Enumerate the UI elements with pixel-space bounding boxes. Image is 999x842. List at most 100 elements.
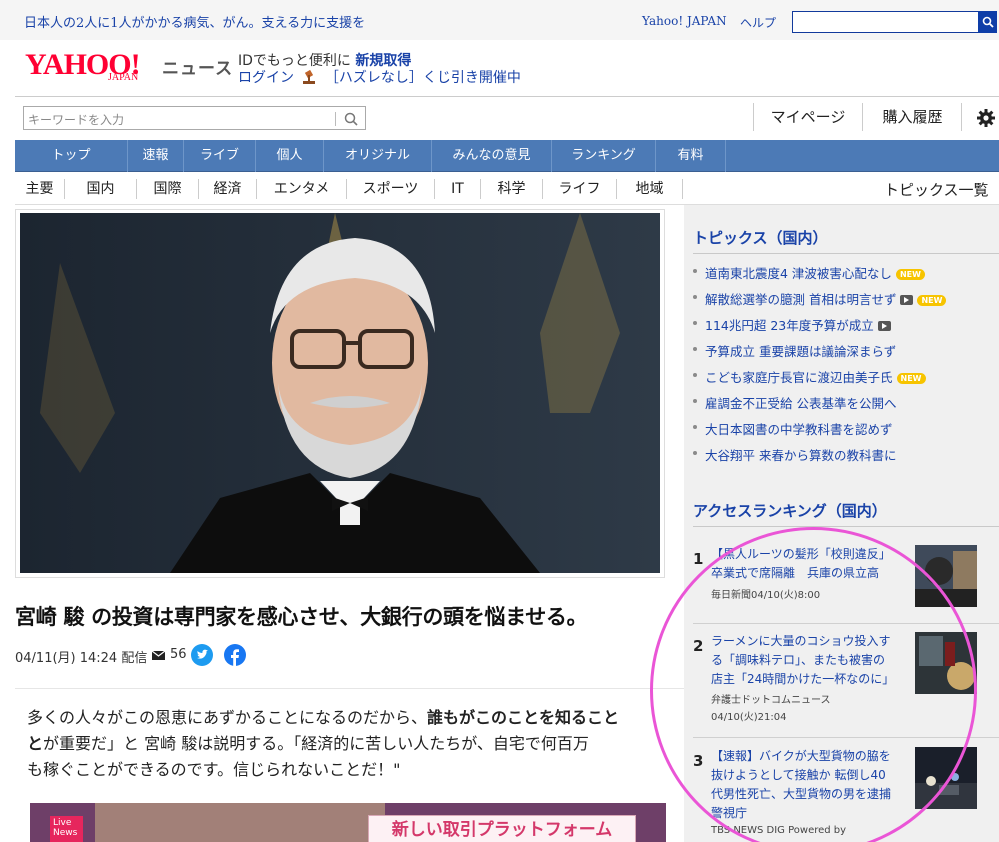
top-search-input[interactable] <box>792 11 980 33</box>
yahoo-japan-link[interactable]: Yahoo! JAPAN <box>642 14 727 28</box>
ranking-divider <box>693 526 999 527</box>
topic-item[interactable]: 大日本図書の中学教科書を認めず <box>693 419 893 438</box>
help-link[interactable]: ヘルプ <box>740 14 776 31</box>
topic-text: 解散総選挙の臆測 首相は明言せず <box>705 292 897 307</box>
body-bold-2: と <box>27 734 44 753</box>
rank-thumbnail <box>915 747 977 809</box>
tab-live[interactable]: ライブ <box>184 140 256 172</box>
category-life[interactable]: ライフ <box>543 179 617 199</box>
topics-list-link[interactable]: トピックス一覧 <box>884 179 989 200</box>
body-text-1: 多くの人々がこの恩恵にあずかることになるのだから、 <box>27 708 428 727</box>
topic-item[interactable]: 解散総選挙の臆測 首相は明言せず NEW <box>693 289 947 308</box>
article-photo[interactable] <box>20 213 660 573</box>
mypage-link[interactable]: マイページ <box>753 103 863 131</box>
topic-item[interactable]: 道南東北震度4 津波被害心配なし NEW <box>693 263 925 282</box>
topic-item[interactable]: こども家庭庁長官に渡辺由美子氏 NEW <box>693 367 926 386</box>
lottery-link[interactable]: ［ハズレなし］くじ引き開催中 <box>325 70 521 86</box>
twitter-share-icon[interactable] <box>191 644 213 666</box>
gavel-icon <box>303 69 316 84</box>
ranking-separator <box>693 737 999 738</box>
ranking-item-3[interactable]: 3 【速報】バイクが大型貨物の脇を 抜けようとして接触か 転倒し40 代男性死亡… <box>693 747 999 842</box>
category-nav: 主要 国内 国際 経済 エンタメ スポーツ IT 科学 ライフ 地域 <box>15 173 999 205</box>
page: 日本人の2人に1人がかかる病気、がん。支える力に支援を Yahoo! JAPAN… <box>0 0 999 842</box>
category-science[interactable]: 科学 <box>481 179 543 199</box>
ranking-title[interactable]: アクセスランキング（国内） <box>693 500 887 521</box>
rank-source: TBS NEWS DIG Powered by <box>711 825 847 836</box>
tab-ranking[interactable]: ランキング <box>552 140 656 172</box>
category-region[interactable]: 地域 <box>617 179 683 199</box>
keyword-search-input[interactable]: キーワードを入力 <box>23 106 366 130</box>
rank-number: 1 <box>693 550 704 568</box>
category-main[interactable]: 主要 <box>15 179 65 199</box>
comment-count[interactable]: 56 <box>170 647 187 662</box>
topic-text: 大日本図書の中学教科書を認めず <box>705 422 893 437</box>
article-body: 多くの人々がこの恩恵にあずかることになるのだから、誰もがこのことを知ること とが… <box>27 705 660 783</box>
new-badge: NEW <box>895 269 925 280</box>
rank-headline: 【黒人ルーツの髪形「校則違反」 卒業式で席隔離 兵庫の県立高 <box>711 545 906 583</box>
rank-headline: 【速報】バイクが大型貨物の脇を 抜けようとして接触か 転倒し40 代男性死亡、大… <box>711 747 906 823</box>
tab-breaking[interactable]: 速報 <box>128 140 184 172</box>
article-datetime: 04/11(月) 14:24 配信 <box>15 651 148 666</box>
keyword-divider <box>335 112 336 126</box>
search-icon[interactable] <box>343 111 359 127</box>
rank-thumbnail <box>915 545 977 607</box>
tab-paid[interactable]: 有料 <box>656 140 726 172</box>
rank-line: 卒業式で席隔離 兵庫の県立高 <box>711 566 880 580</box>
category-domestic[interactable]: 国内 <box>65 179 137 199</box>
topic-text: 大谷翔平 来春から算数の教科書に <box>705 448 897 463</box>
category-sports[interactable]: スポーツ <box>347 179 435 199</box>
category-entertainment[interactable]: エンタメ <box>257 179 347 199</box>
rank-line: ラーメンに大量のコショウ投入す <box>711 634 891 648</box>
gear-icon[interactable] <box>976 108 996 128</box>
video-icon <box>900 295 914 305</box>
login-link[interactable]: ログイン <box>238 70 294 86</box>
new-badge: NEW <box>896 373 926 384</box>
top-search-button[interactable] <box>978 11 997 33</box>
topics-divider <box>693 253 999 254</box>
promo-link[interactable]: 日本人の2人に1人がかかる病気、がん。支える力に支援を <box>24 12 365 31</box>
rank-number: 3 <box>693 752 704 770</box>
facebook-share-icon[interactable] <box>224 644 246 666</box>
ad-banner[interactable]: Live News 新しい取引プラットフォーム <box>30 803 666 842</box>
rank-line: 抜けようとして接触か 転倒し40 <box>711 768 886 782</box>
ad-image <box>95 803 385 842</box>
main-nav: トップ 速報 ライブ 個人 オリジナル みんなの意見 ランキング 有料 <box>15 140 999 172</box>
topic-text: 道南東北震度4 津波被害心配なし <box>705 266 892 281</box>
rank-headline: ラーメンに大量のコショウ投入す る「調味料テロ」、またも被害の 店主「24時間か… <box>711 632 906 689</box>
article-divider <box>15 688 684 689</box>
topics-title[interactable]: トピックス（国内） <box>693 227 828 248</box>
category-international[interactable]: 国際 <box>137 179 199 199</box>
new-badge: NEW <box>917 295 947 306</box>
topic-text: 114兆円超 23年度予算が成立 <box>705 318 874 333</box>
tab-original[interactable]: オリジナル <box>324 140 432 172</box>
ranking-item-1[interactable]: 1 【黒人ルーツの髪形「校則違反」 卒業式で席隔離 兵庫の県立高 毎日新聞04/… <box>693 545 999 615</box>
article-headline: 宮崎 駿 の投資は専門家を感心させ、大銀行の頭を悩ませる。 <box>15 605 588 629</box>
body-bold-1: 誰もがこのことを知ること <box>427 708 620 727</box>
rank-source: 毎日新聞04/10(火)8:00 <box>711 590 821 601</box>
rank-number: 2 <box>693 637 704 655</box>
rank-line: る「調味料テロ」、またも被害の <box>711 653 886 667</box>
purchase-history-link[interactable]: 購入履歴 <box>864 103 962 131</box>
category-it[interactable]: IT <box>435 179 481 199</box>
tab-opinions[interactable]: みんなの意見 <box>432 140 552 172</box>
tab-individual[interactable]: 個人 <box>256 140 324 172</box>
topic-item[interactable]: 114兆円超 23年度予算が成立 <box>693 315 891 334</box>
topic-item[interactable]: 予算成立 重要課題は議論深まらず <box>693 341 896 360</box>
topic-text: 予算成立 重要課題は議論深まらず <box>705 344 897 359</box>
category-economy[interactable]: 経済 <box>199 179 257 199</box>
rank-source: 弁護士ドットコムニュース <box>711 695 831 706</box>
ranking-item-2[interactable]: 2 ラーメンに大量のコショウ投入す る「調味料テロ」、またも被害の 店主「24時… <box>693 632 999 727</box>
rank-line: 警視庁 <box>711 806 748 820</box>
ad-live-badge: Live News <box>50 816 83 842</box>
yahoo-logo[interactable]: YAHOO! JAPAN <box>25 50 155 88</box>
rank-line: 【速報】バイクが大型貨物の脇を <box>711 749 891 763</box>
news-label: ニュース <box>162 59 234 79</box>
tab-top[interactable]: トップ <box>15 140 128 172</box>
video-icon <box>877 321 891 331</box>
logo-sub: JAPAN <box>108 72 139 83</box>
body-text-3: も稼ぐことができるのです。信じられないことだ！" <box>27 760 401 779</box>
topic-text: こども家庭庁長官に渡辺由美子氏 <box>705 370 893 385</box>
rank-line: 店主「24時間かけた一杯なのに」 <box>711 672 895 686</box>
topic-item[interactable]: 大谷翔平 来春から算数の教科書に <box>693 445 896 464</box>
topic-item[interactable]: 雇調金不正受給 公表基準を公開へ <box>693 393 896 412</box>
